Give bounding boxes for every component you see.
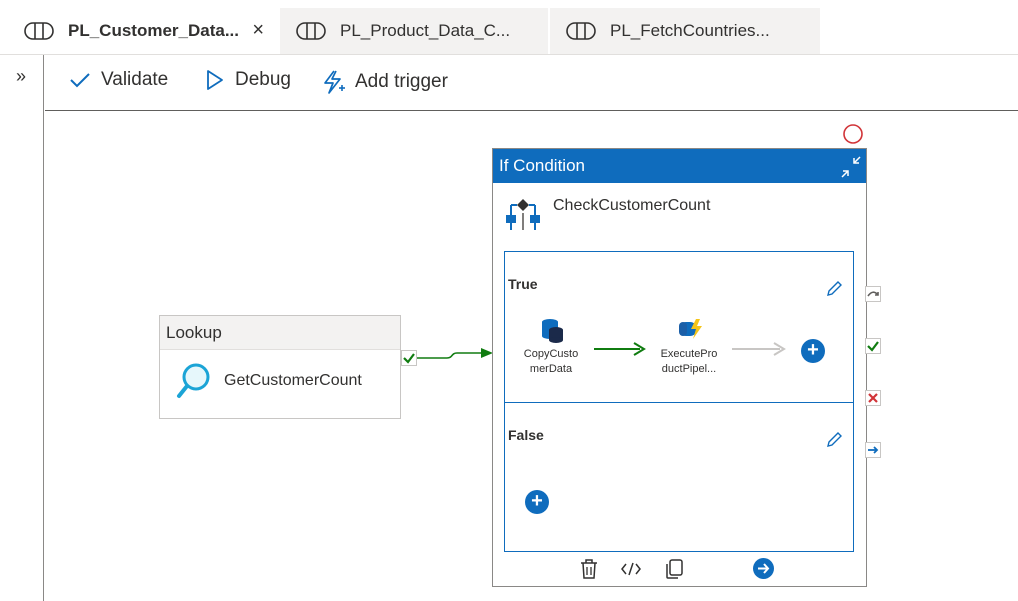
search-icon: [177, 363, 210, 398]
activity-name: ExecuteProductPipel...: [660, 348, 718, 375]
trigger-icon: [324, 70, 345, 94]
activity-name: GetCustomerCount: [224, 372, 362, 389]
tab-pl-customer-data[interactable]: PL_Customer_Data... ×: [8, 8, 278, 54]
delete-icon[interactable]: [579, 558, 599, 580]
add-icon[interactable]: +: [525, 490, 549, 514]
checkmark-icon: [403, 353, 415, 364]
tab-label: PL_Customer_Data...: [68, 21, 239, 40]
completion-icon: [868, 446, 879, 454]
edit-icon[interactable]: [825, 431, 843, 449]
branch-label: False: [508, 427, 544, 443]
pipeline-icon: [296, 22, 326, 40]
close-icon[interactable]: ×: [252, 20, 264, 40]
pipeline-icon: [24, 22, 54, 40]
if-condition-icon: [506, 199, 540, 230]
code-icon[interactable]: [620, 558, 642, 580]
pipeline-icon: [566, 22, 596, 40]
left-rail: »: [0, 55, 44, 601]
toolbar: Validate Debug Add trigger: [45, 55, 1018, 111]
branch-label: True: [508, 276, 538, 292]
arrow-right-icon: [758, 563, 770, 574]
success-port[interactable]: [865, 338, 881, 354]
success-port[interactable]: [401, 350, 417, 366]
checkmark-icon: [70, 73, 90, 88]
debug-button[interactable]: Debug: [205, 69, 291, 91]
clone-icon[interactable]: [664, 558, 684, 580]
add-icon[interactable]: +: [801, 339, 825, 363]
tab-pl-fetch-countries[interactable]: PL_FetchCountries...: [550, 8, 820, 54]
add-trigger-button[interactable]: Add trigger: [321, 69, 448, 95]
collapse-icon[interactable]: [840, 155, 862, 179]
completion-port[interactable]: [865, 442, 881, 458]
copy-activity[interactable]: CopyCustomerData: [513, 347, 589, 377]
activity-name: CheckCustomerCount: [553, 197, 711, 214]
skip-icon: [867, 291, 879, 297]
go-icon[interactable]: [753, 558, 774, 579]
activity-type-label: If Condition: [493, 149, 866, 183]
validate-label: Validate: [101, 69, 169, 90]
execute-pipeline-activity[interactable]: ExecuteProductPipel...: [650, 347, 728, 377]
connector-arrow: [732, 342, 786, 356]
play-icon: [207, 70, 223, 90]
tab-pl-product-data[interactable]: PL_Product_Data_C...: [280, 8, 548, 54]
tab-label: PL_FetchCountries...: [610, 21, 770, 40]
false-branch[interactable]: False: [504, 402, 854, 552]
status-circle-icon: [843, 124, 863, 144]
connector-line: [417, 348, 493, 359]
tab-label: PL_Product_Data_C...: [340, 21, 511, 40]
activity-name: CopyCustomerData: [523, 348, 579, 375]
chevron-double-right-icon[interactable]: »: [16, 67, 26, 85]
execute-pipeline-icon: [679, 319, 702, 339]
edit-icon[interactable]: [825, 280, 843, 298]
add-trigger-label: Add trigger: [355, 71, 448, 92]
skip-port[interactable]: [865, 286, 881, 302]
validate-button[interactable]: Validate: [69, 69, 168, 91]
failure-port[interactable]: [865, 390, 881, 406]
failure-icon: [868, 393, 878, 403]
copy-data-icon: [542, 319, 563, 343]
success-icon: [867, 341, 879, 352]
lookup-activity[interactable]: Lookup GetCustomerCount: [159, 315, 401, 419]
connector-arrow: [594, 342, 646, 356]
activity-type-label: Lookup: [160, 316, 400, 350]
debug-label: Debug: [235, 69, 291, 90]
